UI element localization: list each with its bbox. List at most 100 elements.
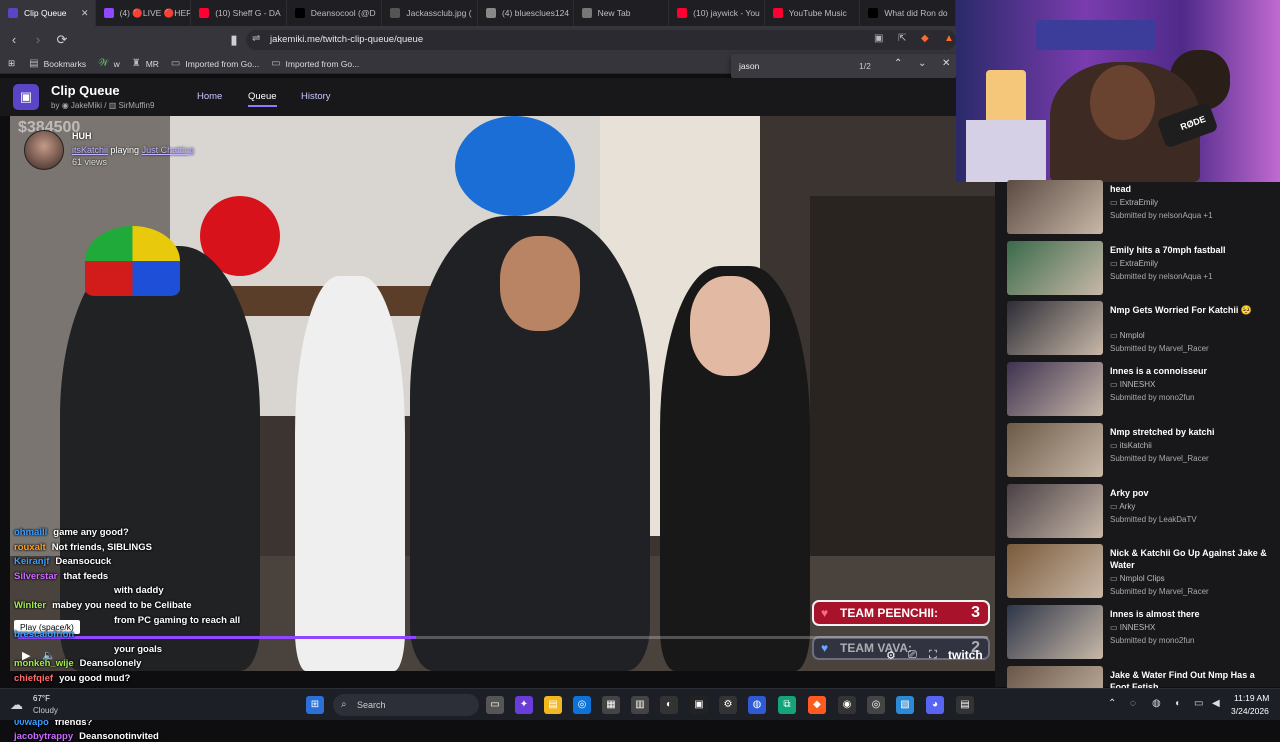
chat-username[interactable]: rouxalt [14,542,46,553]
mic-icon[interactable]: ◖ [1174,698,1180,709]
network-icon[interactable]: ▭ [1194,698,1203,709]
settings-icon[interactable]: ⚙ [719,696,737,714]
queue-thumbnail[interactable] [1007,422,1103,477]
brave-icon[interactable]: ◆ [808,696,826,714]
app3-icon[interactable]: ⧉ [778,696,796,714]
queue-item[interactable]: Emily hits a 70mph fastball ▭ ExtraEmily S… [1007,240,1277,297]
bookmark-icon[interactable]: ▮ [224,30,244,50]
chat-username[interactable]: Winlter [14,600,46,611]
browser-tab[interactable]: (10) jaywick - You [669,0,765,26]
tab-close-icon[interactable]: ✕ [81,8,89,19]
chrome-icon[interactable]: ◉ [838,696,856,714]
nav-queue[interactable]: Queue [248,91,277,107]
apps-grid-icon[interactable]: ⊞ [8,58,15,69]
copilot-icon[interactable]: ✦ [515,696,533,714]
video-progress-bar[interactable] [18,636,988,639]
edge-icon[interactable]: ◎ [573,696,591,714]
obs-icon[interactable]: ◎ [867,696,885,714]
bookmark-imported-2[interactable]: ▭ Imported from Go... [271,58,359,69]
chat-username[interactable]: monkeh_wije [14,658,74,669]
queue-item[interactable]: head ▭ ExtraEmily Submitted by nelsonAqua … [1007,180,1277,236]
app-icon[interactable]: ◐ [660,696,678,714]
clock-time[interactable]: 11:19 AM [1234,693,1269,703]
windows-start-icon[interactable]: ⊞ [306,696,324,714]
forward-icon[interactable]: › [28,30,48,50]
fullscreen-icon[interactable]: ⛶ [929,649,937,662]
browser-tab[interactable]: (10) Sheff G - DA [191,0,287,26]
queue-item[interactable]: Innes is a connoisseur ▭ INNESHX Submitted… [1007,362,1277,418]
terminal-icon[interactable]: ▣ [690,696,708,714]
queue-thumbnail[interactable] [1007,604,1103,659]
calculator-icon[interactable]: ▥ [631,696,649,714]
queue-item[interactable]: Nmp Gets Worried For Katchii 🥺 ▭ Nmplol Su… [1007,301,1277,357]
queue-thumbnail[interactable] [1007,483,1103,538]
browser-tab[interactable]: Clip Queue ✕ [0,0,96,26]
queue-thumbnail[interactable] [1007,362,1103,417]
tray-app-icon[interactable]: ◌ [1130,698,1136,709]
clip-category-link[interactable]: Just Chatting [142,145,195,155]
chat-username[interactable]: ohmaill [14,527,47,538]
find-next-icon[interactable]: ⌄ [918,58,926,69]
reader-mode-icon[interactable]: ▣ [874,33,883,44]
clip-channel-link[interactable]: itsKatchii [72,145,108,155]
bookmark-bookmarks[interactable]: ▤ Bookmarks [29,58,86,69]
browser-tab[interactable]: YouTube Music [765,0,861,26]
author-link[interactable]: SirMuffin9 [119,101,155,110]
browser-tab[interactable]: Jackassclub.jpg ( [382,0,478,26]
clock-date[interactable]: 3/24/2026 [1231,706,1269,716]
queue-item[interactable]: Arky pov ▭ Arky Submitted by LeakDaTV [1007,483,1277,540]
brave-rewards-icon[interactable]: ▲ [944,33,954,44]
app4-icon[interactable]: ▧ [896,696,914,714]
address-bar[interactable]: ⇌ jakemiki.me/twitch-clip-queue/queue ▣ … [246,30,956,50]
volume-tray-icon[interactable]: ◀ [1212,698,1220,709]
chat-username[interactable]: brescalofrion [14,629,74,640]
browser-tab[interactable]: Deansocool (@D [287,0,383,26]
clip-queue-logo-icon[interactable]: ▣ [13,84,39,110]
queue-item[interactable]: Nmp stretched by katchi ▭ itsKatchii Submi… [1007,422,1277,479]
find-previous-icon[interactable]: ⌃ [894,58,902,69]
discord-icon[interactable]: ◕ [926,696,944,714]
file-explorer-icon[interactable]: ▤ [544,696,562,714]
queue-thumbnail[interactable] [1007,544,1103,599]
queue-thumbnail[interactable] [1007,240,1103,295]
chat-username[interactable]: Silverstar [14,571,57,582]
settings-gear-icon[interactable]: ⚙ [886,649,896,662]
streamer-avatar[interactable] [24,130,64,170]
find-close-icon[interactable]: ✕ [942,58,950,69]
reload-icon[interactable]: ⟳ [52,30,72,50]
bookmark-w[interactable]: 𝒲w [98,58,120,69]
back-icon[interactable]: ‹ [4,30,24,50]
queue-item[interactable]: Innes is almost there ▭ INNESHX Submitted … [1007,604,1277,661]
chat-username[interactable]: chiefqief [14,673,53,684]
author-link[interactable]: JakeMiki [71,101,102,110]
clip-icon[interactable]: ⎚ [908,649,917,662]
site-settings-icon[interactable]: ⇌ [252,33,260,44]
twitch-logo[interactable]: twitch [948,648,983,662]
bookmark-imported-1[interactable]: ▭ Imported from Go... [171,58,259,69]
taskbar-search[interactable]: ⌕ Search [333,694,479,716]
tray-app2-icon[interactable]: ◍ [1152,698,1161,709]
find-input[interactable]: jason [739,61,759,71]
weather-desc[interactable]: Cloudy [33,706,58,715]
queue-thumbnail[interactable] [1007,301,1103,356]
browser-tab[interactable]: (4) bluesclues124 [478,0,574,26]
browser-tab[interactable]: (4) 🔴LIVE 🔴HER [96,0,192,26]
queue-thumbnail[interactable] [1007,180,1103,234]
browser-tab[interactable]: What did Ron do [860,0,956,26]
nav-home[interactable]: Home [197,91,222,102]
brave-shield-icon[interactable]: ◆ [921,33,929,44]
tray-chevron-icon[interactable]: ⌃ [1108,698,1116,709]
bookmark-mr[interactable]: ♜ MR [132,58,159,69]
weather-temp[interactable]: 67°F [33,694,50,703]
share-icon[interactable]: ⇱ [898,33,906,44]
nav-history[interactable]: History [301,91,331,102]
browser-tab[interactable]: New Tab [574,0,670,26]
app2-icon[interactable]: ◍ [748,696,766,714]
queue-item[interactable]: Nick & Katchii Go Up Against Jake & Wate… [1007,544,1277,600]
notepad-icon[interactable]: ▤ [956,696,974,714]
task-view-icon[interactable]: ▭ [486,696,504,714]
weather-cloud-icon[interactable]: ☁ [10,697,23,713]
chat-username[interactable]: jacobytrappy [14,731,73,742]
store-icon[interactable]: ▦ [602,696,620,714]
chat-username[interactable]: Keiranjf [14,556,49,567]
